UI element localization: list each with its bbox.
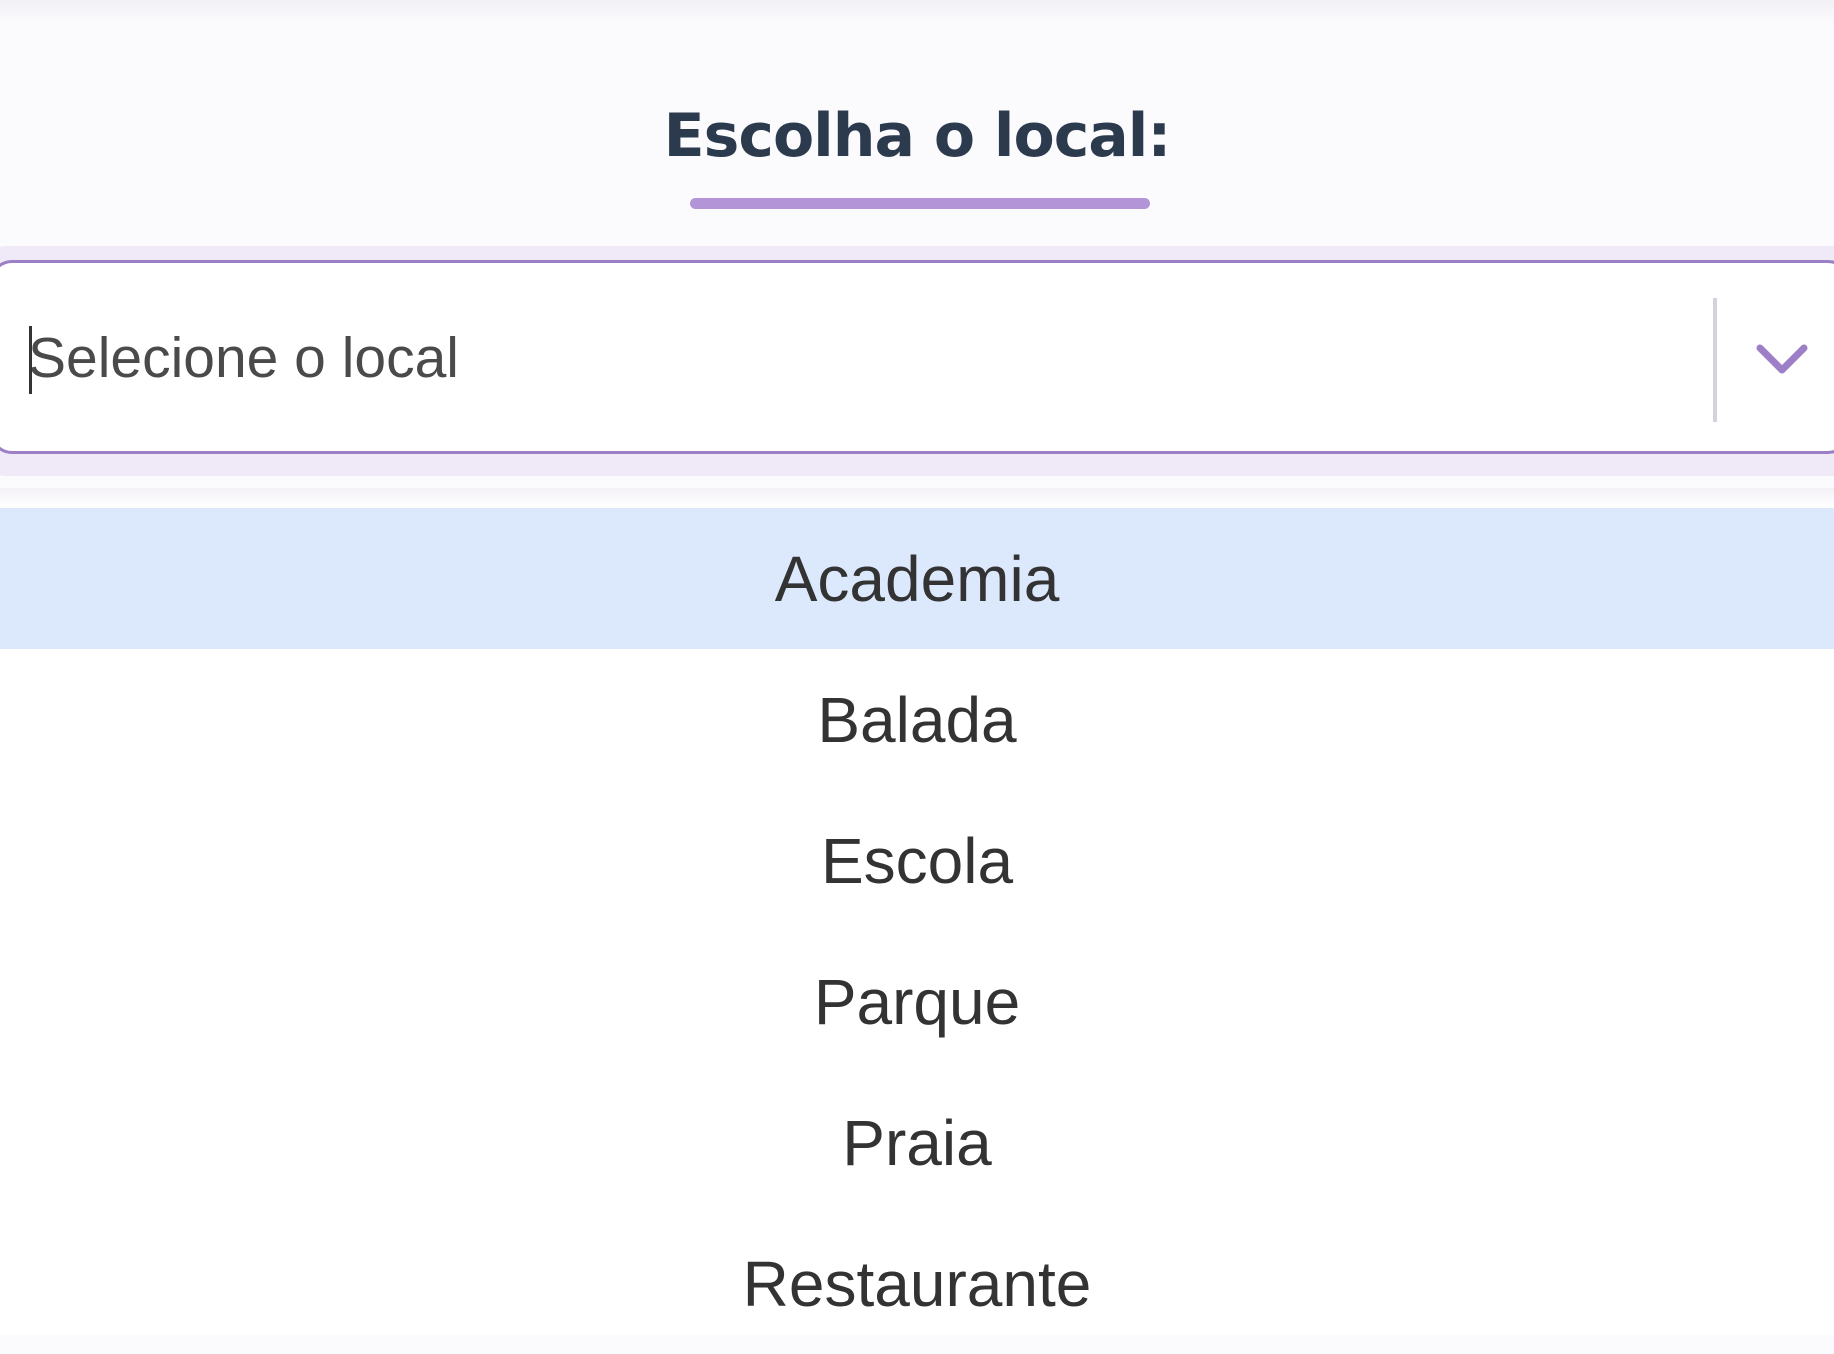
title-underline — [690, 198, 1150, 209]
page-title: Escolha o local: — [663, 101, 1172, 171]
text-caret — [29, 326, 32, 394]
option-parque[interactable]: Parque — [0, 931, 1834, 1072]
menu-shadow — [0, 488, 1834, 508]
option-restaurante[interactable]: Restaurante — [0, 1213, 1834, 1354]
chevron-down-icon[interactable] — [1750, 330, 1814, 390]
dropdown-menu: Academia Balada Escola Parque Praia Rest… — [0, 508, 1834, 1335]
select-placeholder[interactable]: Selecione o local — [28, 318, 459, 398]
indicator-separator — [1713, 298, 1717, 422]
option-praia[interactable]: Praia — [0, 1072, 1834, 1213]
option-escola[interactable]: Escola — [0, 790, 1834, 931]
option-academia[interactable]: Academia — [0, 508, 1834, 649]
option-balada[interactable]: Balada — [0, 649, 1834, 790]
top-shadow — [0, 0, 1834, 22]
